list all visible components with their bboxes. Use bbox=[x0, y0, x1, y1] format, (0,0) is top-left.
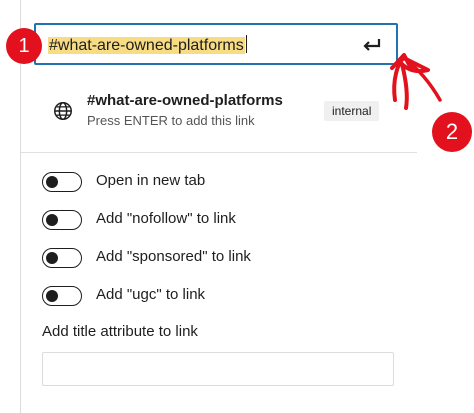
url-input-value[interactable]: #what-are-owned-platforms bbox=[48, 35, 247, 57]
suggestion-type-badge: internal bbox=[324, 101, 380, 121]
toggle-label: Add "ugc" to link bbox=[96, 286, 206, 303]
url-input[interactable]: #what-are-owned-platforms bbox=[34, 23, 398, 65]
suggestion-title: #what-are-owned-platforms bbox=[87, 92, 283, 109]
suggestion-hint: Press ENTER to add this link bbox=[87, 113, 255, 128]
annotation-marker-2: 2 bbox=[432, 112, 472, 152]
toggle-knob bbox=[46, 251, 58, 264]
background-area bbox=[418, 0, 474, 413]
toggle-sponsored[interactable]: Add "sponsored" to link bbox=[42, 246, 382, 270]
toggle-open-in-new-tab[interactable]: Open in new tab bbox=[42, 170, 382, 194]
divider bbox=[21, 152, 417, 153]
toggle-label: Open in new tab bbox=[96, 172, 206, 189]
title-attribute-input[interactable] bbox=[42, 352, 394, 386]
toggle-switch[interactable] bbox=[42, 172, 82, 192]
toggle-switch[interactable] bbox=[42, 286, 82, 306]
toggle-label: Add "nofollow" to link bbox=[96, 210, 236, 227]
toggle-knob bbox=[46, 289, 58, 302]
toggle-label: Add "sponsored" to link bbox=[96, 248, 251, 265]
link-suggestion[interactable]: #what-are-owned-platforms Press ENTER to… bbox=[34, 84, 398, 140]
submit-link-button[interactable] bbox=[360, 33, 384, 57]
toggle-nofollow[interactable]: Add "nofollow" to link bbox=[42, 208, 382, 232]
toggle-switch[interactable] bbox=[42, 248, 82, 268]
toggle-knob bbox=[46, 175, 58, 188]
enter-arrow-icon bbox=[363, 39, 381, 51]
toggle-ugc[interactable]: Add "ugc" to link bbox=[42, 284, 382, 308]
toggle-switch[interactable] bbox=[42, 210, 82, 230]
annotation-marker-1: 1 bbox=[6, 28, 42, 64]
toggle-knob bbox=[46, 213, 58, 226]
title-attribute-label: Add title attribute to link bbox=[42, 323, 198, 340]
globe-icon bbox=[54, 102, 72, 120]
